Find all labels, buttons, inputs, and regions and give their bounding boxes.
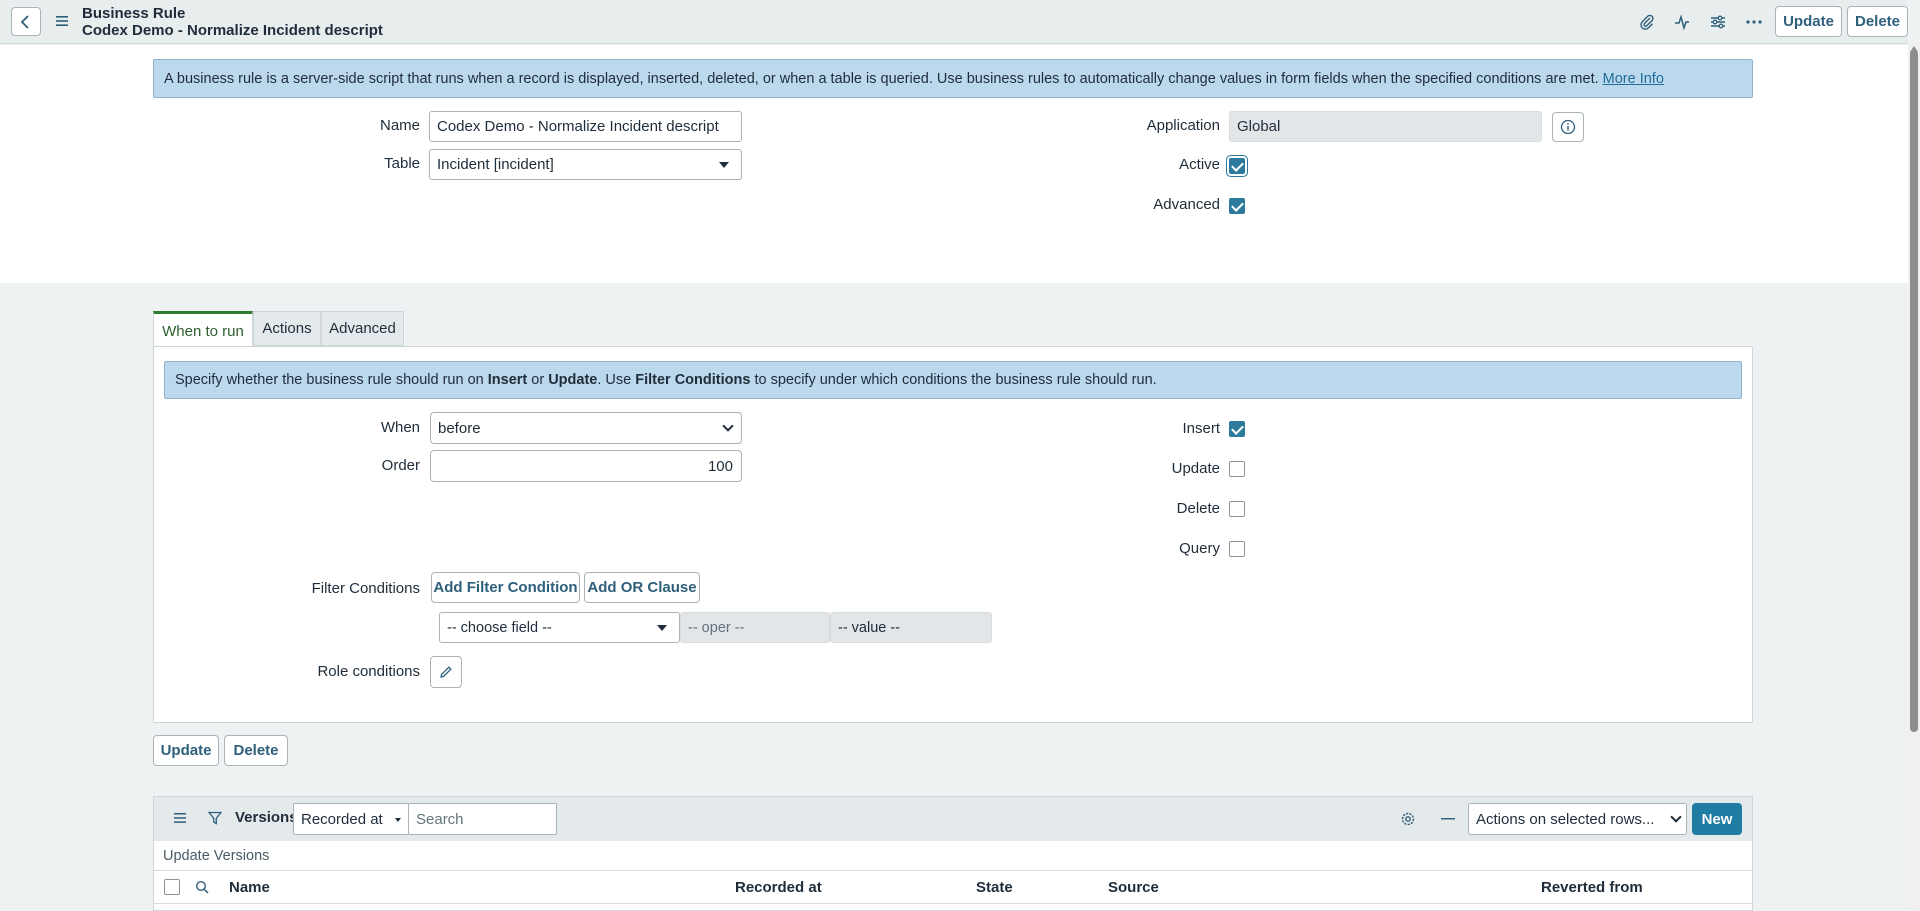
- bottom-update-button[interactable]: Update: [153, 735, 219, 766]
- operator-select[interactable]: -- oper --: [680, 612, 830, 643]
- order-label: Order: [381, 457, 420, 474]
- chevron-down-icon: [722, 420, 734, 432]
- list-divider: [154, 870, 1752, 871]
- active-label: Active: [1179, 156, 1220, 173]
- active-checkbox[interactable]: [1229, 158, 1245, 174]
- delete-label: Delete: [1176, 500, 1220, 517]
- select-all-checkbox[interactable]: [164, 879, 180, 895]
- caret-down-icon: [719, 161, 729, 168]
- advanced-checkbox[interactable]: [1229, 198, 1245, 214]
- table-value: Incident [incident]: [437, 156, 554, 173]
- column-header-source[interactable]: Source: [1108, 879, 1159, 896]
- application-label: Application: [1146, 117, 1220, 134]
- versions-search-input[interactable]: Search: [408, 803, 557, 835]
- update-checkbox[interactable]: [1229, 461, 1245, 477]
- insert-label: Insert: [1182, 420, 1220, 437]
- record-name: Codex Demo - Normalize Incident descript: [82, 22, 383, 39]
- pencil-icon: [440, 666, 452, 678]
- sort-field-select[interactable]: Recorded at: [293, 803, 409, 835]
- delete-checkbox[interactable]: [1229, 501, 1245, 517]
- new-button[interactable]: New: [1692, 803, 1742, 835]
- when-label: When: [380, 419, 420, 436]
- gear-icon[interactable]: [1398, 809, 1418, 829]
- when-value: before: [438, 419, 481, 437]
- list-menu-icon[interactable]: [170, 808, 190, 828]
- name-label: Name: [379, 117, 420, 134]
- activity-icon[interactable]: [1669, 10, 1695, 34]
- tab-actions[interactable]: Actions: [253, 311, 321, 346]
- when-info-text: Specify whether the business rule should…: [175, 372, 1157, 388]
- edit-role-conditions-button[interactable]: [430, 656, 462, 688]
- application-info-button[interactable]: [1552, 112, 1584, 142]
- advanced-label: Advanced: [1153, 196, 1220, 213]
- collapse-icon[interactable]: [1438, 809, 1458, 829]
- business-rule-info-box: A business rule is a server-side script …: [153, 59, 1753, 98]
- add-filter-condition-button[interactable]: Add Filter Condition: [431, 572, 580, 603]
- table-select[interactable]: Incident [incident]: [429, 149, 742, 180]
- column-header-name[interactable]: Name: [229, 879, 270, 896]
- settings-sliders-icon[interactable]: [1705, 10, 1731, 34]
- filter-icon[interactable]: [205, 808, 225, 828]
- when-to-run-info-box: Specify whether the business rule should…: [164, 361, 1742, 399]
- actions-value: Actions on selected rows...: [1476, 810, 1655, 828]
- tab-advanced[interactable]: Advanced: [321, 311, 404, 346]
- column-header-reverted-from[interactable]: Reverted from: [1541, 879, 1643, 896]
- chevron-left-icon: [20, 14, 29, 29]
- record-title: Business Rule Codex Demo - Normalize Inc…: [82, 5, 383, 39]
- versions-title: Versions: [235, 809, 298, 826]
- column-header-recorded-at[interactable]: Recorded at: [735, 879, 822, 896]
- sort-field-value: Recorded at: [301, 810, 383, 828]
- order-field[interactable]: 100: [430, 450, 742, 482]
- back-button[interactable]: [11, 7, 41, 36]
- when-select[interactable]: before: [430, 412, 742, 444]
- more-info-link[interactable]: More Info: [1603, 71, 1664, 87]
- column-search-icon[interactable]: [192, 877, 212, 897]
- column-header-state[interactable]: State: [976, 879, 1013, 896]
- bottom-delete-button[interactable]: Delete: [224, 735, 288, 766]
- form-header: Business Rule Codex Demo - Normalize Inc…: [0, 0, 1908, 44]
- header-delete-button[interactable]: Delete: [1847, 6, 1908, 37]
- tab-when-to-run[interactable]: When to run: [153, 311, 253, 348]
- actions-on-selected-rows-select[interactable]: Actions on selected rows...: [1468, 803, 1687, 835]
- table-label: Table: [384, 155, 420, 172]
- application-field: Global: [1229, 111, 1542, 142]
- add-or-clause-button[interactable]: Add OR Clause: [584, 572, 700, 603]
- caret-down-icon: [657, 624, 667, 631]
- choose-field-value: -- choose field --: [447, 619, 552, 636]
- role-conditions-label: Role conditions: [317, 663, 420, 680]
- caret-down-icon: [395, 818, 401, 822]
- record-type: Business Rule: [82, 5, 186, 22]
- chevron-down-icon: [1670, 811, 1682, 823]
- info-text: A business rule is a server-side script …: [164, 70, 1599, 87]
- value-field[interactable]: -- value --: [830, 612, 992, 643]
- header-update-button[interactable]: Update: [1775, 6, 1842, 37]
- paperclip-icon[interactable]: [1634, 10, 1660, 34]
- list-header-divider: [154, 903, 1752, 904]
- filter-conditions-label: Filter Conditions: [311, 580, 420, 597]
- insert-checkbox[interactable]: [1229, 421, 1245, 437]
- choose-field-select[interactable]: -- choose field --: [439, 612, 680, 643]
- context-menu-icon[interactable]: [52, 10, 72, 32]
- query-label: Query: [1179, 540, 1220, 557]
- name-field[interactable]: Codex Demo - Normalize Incident descript: [429, 111, 742, 142]
- info-circle-icon: [1560, 119, 1576, 135]
- update-label: Update: [1171, 460, 1220, 477]
- update-versions-label: Update Versions: [163, 848, 270, 864]
- query-checkbox[interactable]: [1229, 541, 1245, 557]
- scrollbar-thumb[interactable]: [1910, 50, 1918, 732]
- more-options-icon[interactable]: [1741, 10, 1767, 34]
